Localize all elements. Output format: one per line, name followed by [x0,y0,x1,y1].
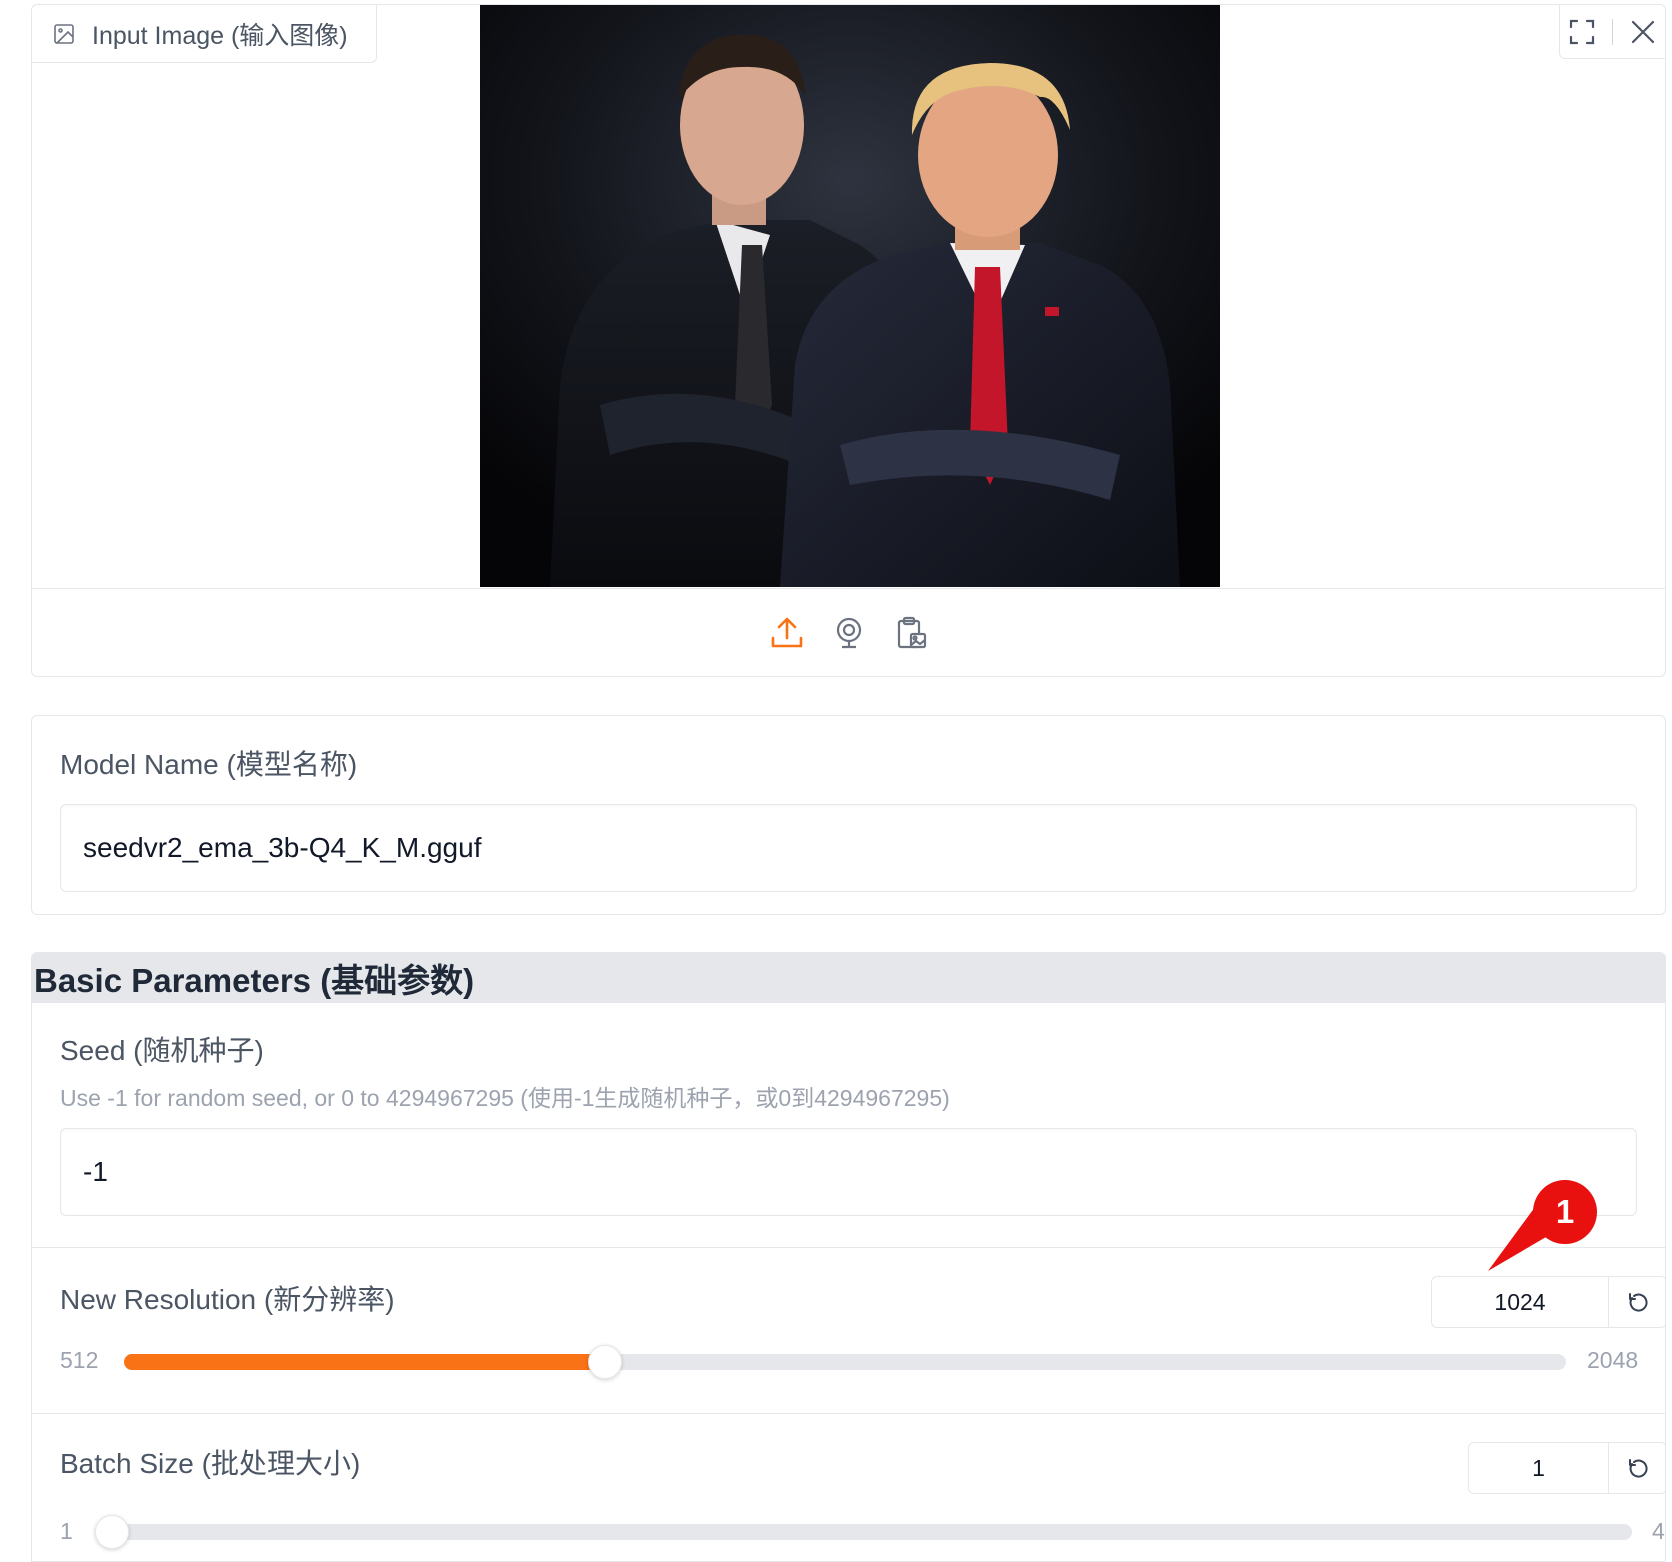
seed-label: Seed (随机种子) [60,1035,264,1066]
image-source-bar [32,589,1665,676]
reset-icon [1628,1293,1648,1312]
batch-size-number-input[interactable]: 1 [1469,1443,1608,1493]
batch-size-slider-thumb[interactable] [95,1515,129,1549]
fullscreen-icon[interactable] [1567,17,1597,47]
model-name-label: Model Name (模型名称) [60,749,358,780]
uploaded-photo [480,5,1220,587]
toolbar-divider [1611,18,1613,45]
clipboard-icon[interactable] [891,613,931,653]
resolution-min: 512 [60,1347,99,1373]
upload-icon[interactable] [767,613,807,653]
resolution-slider-track[interactable] [124,1345,1566,1379]
basic-parameters-header[interactable]: Basic Parameters (基础参数) [32,953,1665,1003]
resolution-slider-thumb[interactable] [588,1345,622,1379]
batch-size-label: Batch Size (批处理大小) [60,1448,361,1479]
resolution-number-box: 1024 [1431,1276,1665,1328]
batch-size-section: Batch Size (批处理大小) 1 1 4 [32,1414,1665,1561]
batch-size-reset-button[interactable] [1608,1443,1665,1493]
resolution-label: New Resolution (新分辨率) [60,1284,395,1315]
image-input-panel[interactable]: Input Image (输入图像) [31,4,1666,677]
image-icon [54,23,74,44]
seed-input[interactable]: -1 [60,1128,1637,1216]
reset-icon [1628,1459,1648,1478]
seed-info: Use -1 for random seed, or 0 to 42949672… [60,1085,950,1111]
batch-size-slider-track[interactable] [95,1515,1632,1549]
image-panel-toolbar [1559,5,1665,59]
image-input-label: Input Image (输入图像) [32,5,377,63]
batch-size-max: 4 [1652,1518,1665,1544]
model-name-field[interactable]: seedvr2_ema_3b-Q4_K_M.gguf [60,804,1637,892]
resolution-section: New Resolution (新分辨率) 1024 512 2048 [32,1248,1665,1413]
seed-section: Seed (随机种子) Use -1 for random seed, or 0… [32,1003,1665,1251]
batch-size-min: 1 [60,1518,73,1544]
resolution-number-input[interactable]: 1024 [1432,1277,1608,1327]
image-input-label-text: Input Image (输入图像) [92,21,348,50]
basic-parameters-accordion: Basic Parameters (基础参数) Seed (随机种子) Use … [31,952,1666,1562]
resolution-slider-fill [124,1354,605,1370]
resolution-reset-button[interactable] [1608,1277,1665,1327]
webcam-icon[interactable] [829,613,869,653]
batch-size-number-box: 1 [1468,1442,1665,1494]
close-icon[interactable] [1628,17,1658,47]
resolution-max: 2048 [1587,1347,1639,1373]
model-name-block: Model Name (模型名称) seedvr2_ema_3b-Q4_K_M.… [31,715,1666,915]
